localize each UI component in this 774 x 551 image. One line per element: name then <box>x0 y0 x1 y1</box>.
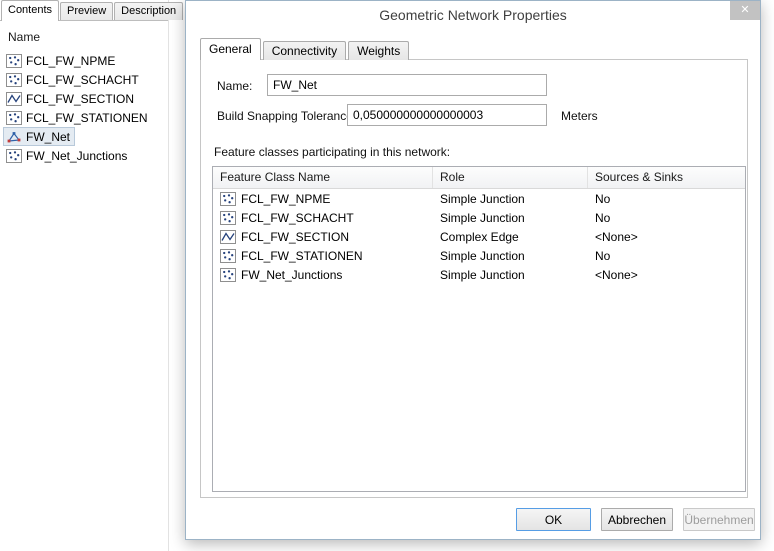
point-feature-class-icon <box>6 73 22 87</box>
cancel-button[interactable]: Abbrechen <box>601 508 673 531</box>
catalog-tree-panel: Contents Preview Description Name FCL_FW… <box>0 0 169 551</box>
list-item-label: FCL_FW_NPME <box>26 54 115 68</box>
point-feature-class-icon <box>220 268 236 282</box>
role-cell: Simple Junction <box>433 249 588 263</box>
name-column-header: Name <box>0 21 168 51</box>
column-header-feature-class-name[interactable]: Feature Class Name <box>213 167 433 188</box>
line-feature-class-icon <box>6 92 22 106</box>
close-icon[interactable]: ✕ <box>730 1 760 20</box>
arccatalog-window: Contents Preview Description Name FCL_FW… <box>0 0 774 551</box>
role-cell: Simple Junction <box>433 192 588 206</box>
tab-preview[interactable]: Preview <box>60 2 113 20</box>
role-cell: Simple Junction <box>433 211 588 225</box>
feature-class-name: FCL_FW_STATIONEN <box>241 249 363 263</box>
point-feature-class-icon <box>220 211 236 225</box>
geometric-network-properties-dialog: Geometric Network Properties ✕ General C… <box>185 0 761 540</box>
feature-class-name: FCL_FW_NPME <box>241 192 330 206</box>
list-item-label: FCL_FW_SCHACHT <box>26 73 139 87</box>
column-header-role[interactable]: Role <box>433 167 588 188</box>
sources-sinks-cell: <None> <box>588 268 745 282</box>
catalog-item-list: FCL_FW_NPME FCL_FW_SCHACHT FCL_FW_SECTIO… <box>0 51 168 165</box>
column-header-sources-sinks[interactable]: Sources & Sinks <box>588 167 745 188</box>
list-item-fcl-fw-section[interactable]: FCL_FW_SECTION <box>3 89 139 108</box>
sources-sinks-cell: No <box>588 211 745 225</box>
feature-class-name-cell: FW_Net_Junctions <box>213 268 433 282</box>
general-tab-panel: Name: Build Snapping Tolerance: Meters F… <box>200 59 748 498</box>
tab-weights[interactable]: Weights <box>348 41 409 60</box>
apply-button: Übernehmen <box>683 508 755 531</box>
list-item-fcl-fw-npme[interactable]: FCL_FW_NPME <box>3 51 120 70</box>
feature-class-name: FCL_FW_SECTION <box>241 230 349 244</box>
point-feature-class-icon <box>6 111 22 125</box>
ok-button[interactable]: OK <box>516 508 591 531</box>
list-item-label: FW_Net_Junctions <box>26 149 127 163</box>
geometric-network-icon <box>6 130 22 144</box>
table-row[interactable]: FW_Net_Junctions Simple Junction <None> <box>213 265 745 284</box>
line-feature-class-icon <box>220 230 236 244</box>
point-feature-class-icon <box>220 249 236 263</box>
list-item-fcl-fw-stationen[interactable]: FCL_FW_STATIONEN <box>3 108 153 127</box>
table-row[interactable]: FCL_FW_STATIONEN Simple Junction No <box>213 246 745 265</box>
dialog-titlebar[interactable]: Geometric Network Properties ✕ <box>186 1 760 31</box>
list-item-label: FW_Net <box>26 130 70 144</box>
role-cell: Simple Junction <box>433 268 588 282</box>
tab-contents[interactable]: Contents <box>1 0 59 21</box>
list-item-label: FCL_FW_STATIONEN <box>26 111 148 125</box>
feature-class-name-cell: FCL_FW_SECTION <box>213 230 433 244</box>
tab-connectivity[interactable]: Connectivity <box>263 41 346 60</box>
point-feature-class-icon <box>6 54 22 68</box>
catalog-tab-strip: Contents Preview Description <box>0 0 168 21</box>
feature-class-name-cell: FCL_FW_SCHACHT <box>213 211 433 225</box>
list-item-label: FCL_FW_SECTION <box>26 92 134 106</box>
feature-classes-caption: Feature classes participating in this ne… <box>214 145 450 159</box>
role-cell: Complex Edge <box>433 230 588 244</box>
tab-description[interactable]: Description <box>114 2 183 20</box>
sources-sinks-cell: No <box>588 249 745 263</box>
point-feature-class-icon <box>6 149 22 163</box>
tab-general[interactable]: General <box>200 38 261 60</box>
name-field-label: Name: <box>217 79 252 93</box>
feature-class-name-cell: FCL_FW_NPME <box>213 192 433 206</box>
feature-class-name-cell: FCL_FW_STATIONEN <box>213 249 433 263</box>
feature-class-table: Feature Class Name Role Sources & Sinks … <box>212 166 746 492</box>
snapping-tolerance-input[interactable] <box>347 104 547 126</box>
dialog-tab-strip: General Connectivity Weights <box>200 38 411 60</box>
network-name-input[interactable] <box>267 74 547 96</box>
table-row[interactable]: FCL_FW_SCHACHT Simple Junction No <box>213 208 745 227</box>
sources-sinks-cell: <None> <box>588 230 745 244</box>
snapping-tolerance-label: Build Snapping Tolerance: <box>217 109 356 123</box>
list-item-fcl-fw-schacht[interactable]: FCL_FW_SCHACHT <box>3 70 144 89</box>
list-item-fw-net[interactable]: FW_Net <box>3 127 75 146</box>
dialog-title: Geometric Network Properties <box>186 1 760 29</box>
sources-sinks-cell: No <box>588 192 745 206</box>
feature-class-name: FCL_FW_SCHACHT <box>241 211 354 225</box>
dialog-button-row: OK Abbrechen Übernehmen <box>186 508 755 531</box>
table-row[interactable]: FCL_FW_NPME Simple Junction No <box>213 189 745 208</box>
tolerance-unit-label: Meters <box>561 109 598 123</box>
table-header: Feature Class Name Role Sources & Sinks <box>213 167 745 189</box>
table-row[interactable]: FCL_FW_SECTION Complex Edge <None> <box>213 227 745 246</box>
point-feature-class-icon <box>220 192 236 206</box>
feature-class-name: FW_Net_Junctions <box>241 268 342 282</box>
list-item-fw-net-junctions[interactable]: FW_Net_Junctions <box>3 146 132 165</box>
